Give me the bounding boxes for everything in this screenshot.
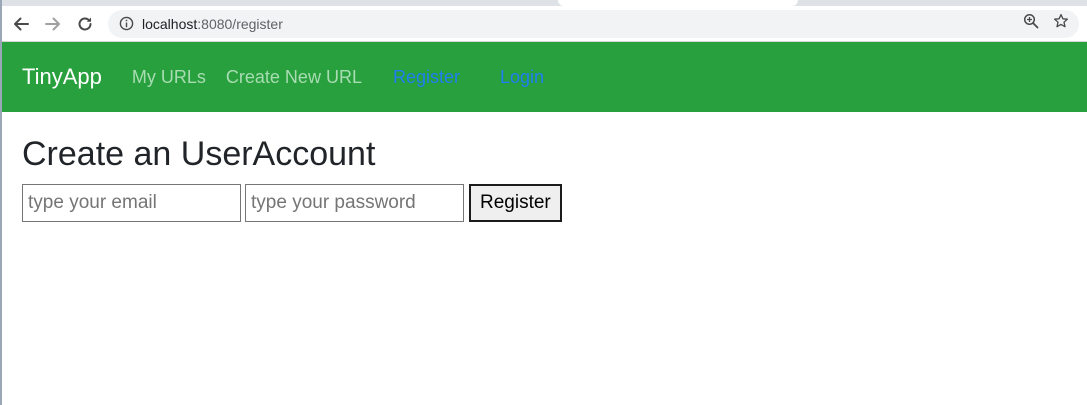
brand-logo[interactable]: TinyApp: [22, 64, 102, 90]
back-button[interactable]: [8, 11, 34, 37]
bookmark-star-icon[interactable]: [1053, 13, 1069, 34]
main-content: Create an UserAccount Register: [2, 112, 1087, 405]
info-icon[interactable]: [118, 16, 134, 32]
arrow-left-icon: [14, 17, 29, 30]
address-url: localhost:8080/register: [142, 16, 1023, 32]
nav-link-create-new-url[interactable]: Create New URL: [226, 67, 362, 88]
zoom-icon[interactable]: [1023, 13, 1039, 34]
url-path: :8080/register: [197, 15, 283, 32]
browser-window: localhost:8080/register TinyApp My URLs …: [0, 0, 1087, 405]
email-input[interactable]: [22, 184, 241, 222]
register-form: Register: [22, 184, 1087, 222]
register-button[interactable]: Register: [469, 184, 562, 222]
browser-toolbar: localhost:8080/register: [2, 6, 1087, 42]
address-bar[interactable]: localhost:8080/register: [108, 9, 1079, 38]
site-navbar: TinyApp My URLs Create New URL Register …: [2, 42, 1087, 112]
nav-link-login[interactable]: Login: [500, 67, 544, 88]
page-title: Create an UserAccount: [22, 135, 376, 173]
password-input[interactable]: [245, 184, 464, 222]
arrow-right-icon: [45, 17, 60, 30]
nav-link-my-urls[interactable]: My URLs: [132, 67, 206, 88]
forward-button[interactable]: [40, 11, 66, 37]
url-host: localhost: [142, 15, 198, 32]
reload-icon: [78, 17, 92, 30]
reload-button[interactable]: [72, 11, 98, 37]
nav-link-register[interactable]: Register: [393, 67, 460, 88]
